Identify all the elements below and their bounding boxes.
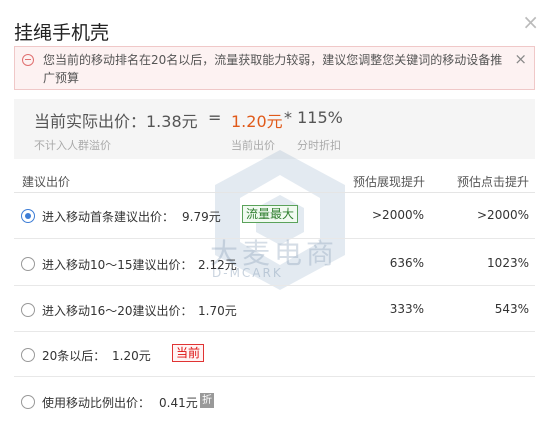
row-label: 进入移动首条建议出价： bbox=[42, 210, 175, 224]
radio-button[interactable] bbox=[21, 257, 35, 271]
row-impressions: >2000% bbox=[372, 208, 424, 222]
row-clicks: >2000% bbox=[477, 208, 529, 222]
summary-label: 当前实际出价： bbox=[34, 112, 147, 131]
warning-close-icon[interactable]: × bbox=[514, 50, 527, 68]
close-icon[interactable]: × bbox=[522, 12, 539, 32]
row-price: 1.20元 bbox=[112, 349, 151, 363]
header-clicks: 预估点击提升 bbox=[457, 175, 530, 189]
radio-button[interactable] bbox=[21, 348, 35, 362]
row-impressions: 636% bbox=[389, 256, 424, 270]
table-row[interactable]: 进入移动10～15建议出价： 2.12元 636% 1023% bbox=[14, 239, 535, 286]
bid-note: 当前出价 bbox=[231, 139, 275, 152]
row-label: 进入移动10～15建议出价： bbox=[42, 258, 193, 272]
table-row[interactable]: 20条以后： 1.20元 当前 bbox=[14, 332, 535, 377]
header-bid: 建议出价 bbox=[22, 175, 71, 189]
radio-button[interactable] bbox=[21, 209, 35, 223]
header-impressions: 预估展现提升 bbox=[353, 175, 426, 189]
current-bid: 1.20元 bbox=[231, 112, 283, 131]
table-row[interactable]: 使用移动比例出价： 0.41元 折 bbox=[14, 377, 535, 422]
discount-note: 分时折扣 bbox=[297, 139, 341, 152]
row-price: 0.41元 bbox=[159, 396, 198, 410]
warning-banner: 您当前的移动排名在20名以后，流量获取能力较弱，建议您调整您关键词的移动设备推广… bbox=[14, 46, 535, 90]
row-impressions: 333% bbox=[389, 302, 424, 316]
row-clicks: 1023% bbox=[487, 256, 529, 270]
row-label: 进入移动16～20建议出价： bbox=[42, 304, 193, 318]
current-badge: 当前 bbox=[172, 344, 205, 362]
bid-summary: 当前实际出价： 1.38元 = 1.20元 * 115% 不计入人群溢价 当前出… bbox=[14, 99, 535, 159]
dialog-title: 挂绳手机壳 bbox=[14, 22, 110, 44]
discount-badge: 折 bbox=[200, 393, 214, 408]
summary-note: 不计入人群溢价 bbox=[34, 139, 111, 152]
row-clicks: 543% bbox=[494, 302, 529, 316]
row-price: 2.12元 bbox=[198, 258, 237, 272]
table-row[interactable]: 进入移动16～20建议出价： 1.70元 333% 543% bbox=[14, 286, 535, 332]
warning-icon bbox=[22, 54, 34, 66]
row-label: 20条以后： bbox=[42, 349, 106, 363]
actual-price: 1.38元 bbox=[146, 112, 198, 131]
table-row[interactable]: 进入移动首条建议出价： 9.79元 流量最大 >2000% >2000% bbox=[14, 193, 535, 239]
row-price: 1.70元 bbox=[198, 304, 237, 318]
traffic-max-badge: 流量最大 bbox=[242, 205, 299, 223]
multiplier: * 115% bbox=[284, 108, 343, 127]
radio-button[interactable] bbox=[21, 303, 35, 317]
warning-text: 您当前的移动排名在20名以后，流量获取能力较弱，建议您调整您关键词的移动设备推广… bbox=[43, 53, 503, 85]
row-price: 9.79元 bbox=[182, 210, 221, 224]
equals-sign: = bbox=[208, 108, 222, 127]
radio-button[interactable] bbox=[21, 395, 35, 409]
row-label: 使用移动比例出价： bbox=[42, 396, 151, 410]
table-header: 建议出价 预估展现提升 预估点击提升 bbox=[14, 168, 535, 193]
